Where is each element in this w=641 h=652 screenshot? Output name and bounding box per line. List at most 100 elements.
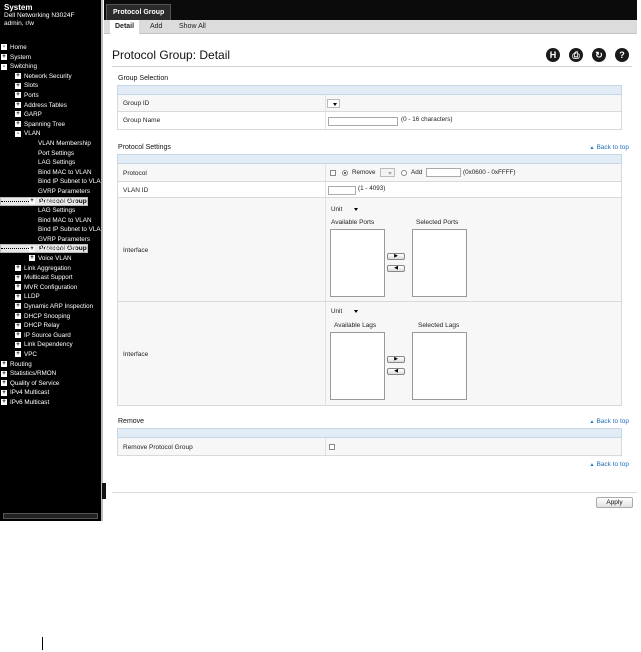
nav-item-double-vlan[interactable]: + Double VLAN	[0, 197, 101, 207]
nav-item-ports[interactable]: + Ports	[0, 91, 101, 101]
expand-icon[interactable]: +	[15, 303, 21, 310]
nav-item-double-vlan[interactable]: + Double VLAN	[0, 244, 101, 254]
nav-item-voice-vlan[interactable]: + Voice VLAN	[0, 254, 101, 264]
nav-item-routing[interactable]: + Routing	[0, 360, 101, 370]
subtab-show-all[interactable]: Show All	[174, 20, 211, 34]
nav-item-vpc[interactable]: + VPC	[0, 350, 101, 360]
nav-item-address-tables[interactable]: + Address Tables	[0, 101, 101, 111]
apply-button[interactable]: Apply	[596, 497, 633, 508]
nav-item-dhcp-relay[interactable]: + DHCP Relay	[0, 321, 101, 331]
panel-splitter[interactable]	[101, 0, 103, 521]
back-to-top-link-2[interactable]: ▲ Back to top	[590, 418, 629, 425]
expand-icon[interactable]: +	[15, 73, 21, 80]
expand-icon[interactable]: +	[15, 341, 21, 348]
expand-icon[interactable]: +	[15, 82, 21, 89]
selected-lags-list[interactable]	[412, 332, 467, 400]
add-protocol-input[interactable]	[426, 168, 461, 177]
back-to-top-link-3[interactable]: ▲ Back to top	[590, 461, 629, 468]
collapse-icon[interactable]: -	[1, 44, 7, 51]
available-lags-list[interactable]	[330, 332, 385, 400]
expand-icon[interactable]: +	[1, 370, 7, 377]
expand-icon[interactable]: +	[15, 284, 21, 291]
expand-icon[interactable]: +	[29, 197, 35, 204]
vlan-id-row: VLAN ID (1 - 4093)	[117, 182, 622, 198]
expand-icon[interactable]: +	[15, 101, 21, 108]
back-to-top-link-1[interactable]: ▲ Back to top	[590, 144, 629, 151]
nav-item-lag-settings[interactable]: LAG Settings	[0, 158, 101, 168]
nav-item-gvrp-parameters[interactable]: GVRP Parameters	[0, 235, 101, 245]
expand-icon[interactable]: +	[15, 293, 21, 300]
nav-item-link-dependency[interactable]: + Link Dependency	[0, 340, 101, 350]
expand-icon[interactable]: +	[15, 264, 21, 271]
nav-item-lag-settings[interactable]: LAG Settings	[0, 206, 101, 216]
nav-item-network-security[interactable]: + Network Security	[0, 72, 101, 82]
nav-item-multicast-support[interactable]: + Multicast Support	[0, 273, 101, 283]
unit-select[interactable]	[348, 205, 360, 214]
move-right-button[interactable]: ▶	[387, 253, 405, 260]
nav-item-quality-of-service[interactable]: + Quality of Service	[0, 379, 101, 389]
move-left-button[interactable]: ◀	[387, 368, 405, 375]
nav-item-mvr-configuration[interactable]: + MVR Configuration	[0, 283, 101, 293]
nav-item-spanning-tree[interactable]: + Spanning Tree	[0, 120, 101, 130]
help-icon[interactable]: ?	[615, 48, 629, 62]
vlan-id-input[interactable]	[328, 186, 356, 195]
expand-icon[interactable]: +	[15, 332, 21, 339]
subtab-detail[interactable]: Detail	[110, 20, 140, 34]
selected-ports-list[interactable]	[412, 229, 467, 297]
nav-item-switching[interactable]: - Switching	[0, 62, 101, 72]
add-radio[interactable]	[401, 170, 407, 176]
nav-scrollbar[interactable]	[3, 513, 98, 519]
nav-item-garp[interactable]: + GARP	[0, 110, 101, 120]
expand-icon[interactable]: +	[29, 255, 35, 262]
nav-item-ip-source-guard[interactable]: + IP Source Guard	[0, 331, 101, 341]
expand-icon[interactable]: +	[1, 389, 7, 396]
protocol-checkbox[interactable]	[330, 170, 336, 176]
nav-item-system[interactable]: + System	[0, 53, 101, 63]
expand-icon[interactable]: +	[15, 351, 21, 358]
expand-icon[interactable]: +	[15, 121, 21, 128]
print-icon[interactable]: ⎙	[569, 48, 583, 62]
remove-group-checkbox[interactable]	[329, 444, 335, 450]
unit-select[interactable]	[348, 307, 360, 316]
nav-item-lldp[interactable]: + LLDP	[0, 292, 101, 302]
nav-item-bind-mac-to-vlan[interactable]: Bind MAC to VLAN	[0, 168, 101, 178]
group-name-input[interactable]	[328, 117, 398, 126]
expand-icon[interactable]: +	[1, 380, 7, 387]
collapse-icon[interactable]: -	[1, 63, 7, 70]
refresh-icon[interactable]: ↻	[592, 48, 606, 62]
nav-item-vlan-membership[interactable]: VLAN Membership	[0, 139, 101, 149]
expand-icon[interactable]: +	[1, 360, 7, 367]
nav-item-vlan[interactable]: - VLAN	[0, 129, 101, 139]
remove-select[interactable]	[380, 168, 395, 177]
move-right-button[interactable]: ▶	[387, 356, 405, 363]
available-ports-list[interactable]	[330, 229, 385, 297]
tab-protocol-group[interactable]: Protocol Group	[106, 4, 172, 20]
nav-item-link-aggregation[interactable]: + Link Aggregation	[0, 264, 101, 274]
collapse-icon[interactable]: -	[15, 130, 21, 137]
nav-item-statistics-rmon[interactable]: + Statistics/RMON	[0, 369, 101, 379]
move-left-button[interactable]: ◀	[387, 265, 405, 272]
expand-icon[interactable]: +	[1, 53, 7, 60]
nav-item-gvrp-parameters[interactable]: GVRP Parameters	[0, 187, 101, 197]
nav-item-home[interactable]: - Home	[0, 43, 101, 53]
nav-item-dhcp-snooping[interactable]: + DHCP Snooping	[0, 312, 101, 322]
expand-icon[interactable]: +	[29, 245, 35, 252]
save-icon[interactable]: H	[546, 48, 560, 62]
nav-item-bind-ip-subnet-to-vlan[interactable]: Bind IP Subnet to VLAN	[0, 177, 101, 187]
subtab-add[interactable]: Add	[145, 20, 167, 34]
nav-item-ipv6-multicast[interactable]: + IPv6 Multicast	[0, 398, 101, 408]
nav-item-dynamic-arp-inspection[interactable]: + Dynamic ARP Inspection	[0, 302, 101, 312]
nav-item-bind-ip-subnet-to-vlan[interactable]: Bind IP Subnet to VLAN	[0, 225, 101, 235]
remove-radio[interactable]	[342, 170, 348, 176]
nav-item-bind-mac-to-vlan[interactable]: Bind MAC to VLAN	[0, 216, 101, 226]
expand-icon[interactable]: +	[15, 322, 21, 329]
expand-icon[interactable]: +	[1, 399, 7, 406]
expand-icon[interactable]: +	[15, 111, 21, 118]
expand-icon[interactable]: +	[15, 92, 21, 99]
nav-item-ipv4-multicast[interactable]: + IPv4 Multicast	[0, 388, 101, 398]
expand-icon[interactable]: +	[15, 274, 21, 281]
expand-icon[interactable]: +	[15, 312, 21, 319]
nav-item-port-settings[interactable]: Port Settings	[0, 149, 101, 159]
group-id-select[interactable]	[327, 99, 340, 108]
nav-item-slots[interactable]: + Slots	[0, 81, 101, 91]
